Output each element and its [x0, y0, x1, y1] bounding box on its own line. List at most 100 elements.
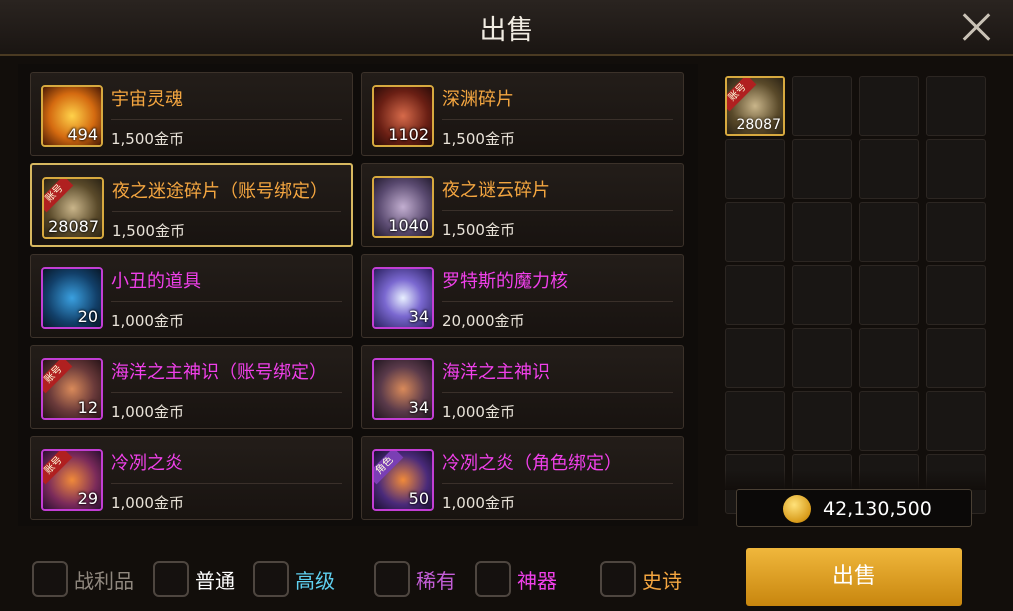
cold-flame-icon: 账号 29 [41, 449, 103, 511]
item-card[interactable]: 账号 28087 夜之迷途碎片（账号绑定） 1,500金币 [30, 163, 353, 247]
sell-slot[interactable] [926, 76, 986, 136]
divider [112, 211, 341, 212]
item-count: 29 [77, 489, 98, 508]
item-count: 494 [67, 125, 98, 144]
item-card[interactable]: 34 罗特斯的魔力核 20,000金币 [361, 254, 684, 338]
item-count: 34 [408, 307, 429, 326]
divider [111, 119, 342, 120]
sell-slot[interactable] [792, 202, 852, 262]
night-cloud-shard-icon: 1040 [372, 176, 434, 238]
item-card[interactable]: 角色 50 冷冽之炎（角色绑定） 1,000金币 [361, 436, 684, 520]
sell-slot[interactable] [926, 265, 986, 325]
divider [111, 301, 342, 302]
gold-coin-icon [783, 495, 811, 523]
checkbox-box[interactable] [253, 561, 289, 597]
divider [442, 210, 673, 211]
sell-slot-filled[interactable]: 账号 28087 [725, 76, 785, 136]
item-count: 20 [77, 307, 98, 326]
night-maze-shard-icon: 账号 28087 [42, 177, 104, 239]
item-price: 1,000金币 [111, 494, 184, 512]
clown-prop-icon: 20 [41, 267, 103, 329]
sell-slot[interactable] [725, 328, 785, 388]
item-price: 1,500金币 [111, 130, 184, 148]
filter-label: 高级 [295, 569, 335, 593]
item-price: 1,500金币 [112, 222, 185, 240]
item-name: 夜之迷途碎片（账号绑定） [112, 181, 328, 202]
checkbox-box[interactable] [374, 561, 410, 597]
item-name: 夜之谜云碎片 [442, 180, 550, 201]
checkbox-box[interactable] [153, 561, 189, 597]
close-icon[interactable] [961, 12, 991, 42]
item-card[interactable]: 494 宇宙灵魂 1,500金币 [30, 72, 353, 156]
window-title: 出售 [479, 15, 534, 46]
lotus-mana-core-icon: 34 [372, 267, 434, 329]
item-price: 1,000金币 [111, 312, 184, 330]
sell-slot[interactable] [725, 391, 785, 451]
sell-slot[interactable] [792, 76, 852, 136]
sell-slot[interactable] [725, 202, 785, 262]
divider [442, 483, 673, 484]
item-card[interactable]: 20 小丑的道具 1,000金币 [30, 254, 353, 338]
item-count: 12 [77, 398, 98, 417]
item-count: 50 [408, 489, 429, 508]
item-price: 1,500金币 [442, 130, 515, 148]
sell-slot[interactable] [859, 328, 919, 388]
sell-slot[interactable] [792, 265, 852, 325]
sell-slot[interactable] [926, 139, 986, 199]
item-count: 1102 [388, 125, 429, 144]
item-count: 1040 [388, 216, 429, 235]
gold-balance: 42,130,500 [736, 489, 972, 527]
gold-amount: 42,130,500 [823, 498, 932, 520]
slot-fade [720, 470, 1000, 490]
sell-slot[interactable] [792, 139, 852, 199]
cosmic-soul-icon: 494 [41, 85, 103, 147]
item-name: 深渊碎片 [442, 89, 514, 110]
sell-slot[interactable] [792, 328, 852, 388]
item-price: 1,000金币 [111, 403, 184, 421]
sell-slot[interactable] [926, 391, 986, 451]
sell-slot[interactable] [725, 265, 785, 325]
sell-slot[interactable] [859, 202, 919, 262]
item-card[interactable]: 账号 29 冷冽之炎 1,000金币 [30, 436, 353, 520]
item-name: 宇宙灵魂 [111, 89, 183, 110]
item-name: 罗特斯的魔力核 [442, 271, 568, 292]
divider [442, 301, 673, 302]
sell-slot[interactable] [859, 139, 919, 199]
sell-slot[interactable] [859, 76, 919, 136]
sell-slot[interactable] [725, 139, 785, 199]
checkbox-box[interactable] [32, 561, 68, 597]
item-card[interactable]: 1102 深渊碎片 1,500金币 [361, 72, 684, 156]
divider [111, 392, 342, 393]
title-bar: 出售 [0, 0, 1013, 56]
filter-label: 稀有 [416, 569, 456, 593]
sell-slot[interactable] [926, 202, 986, 262]
item-name: 海洋之主神识（账号绑定） [111, 362, 327, 383]
sell-slot[interactable] [926, 328, 986, 388]
filter-label: 普通 [195, 569, 235, 593]
divider [442, 392, 673, 393]
item-price: 1,000金币 [442, 494, 515, 512]
filter-label: 史诗 [642, 569, 682, 593]
item-card[interactable]: 账号 12 海洋之主神识（账号绑定） 1,000金币 [30, 345, 353, 429]
item-list[interactable]: 494 宇宙灵魂 1,500金币 1102 深渊碎片 1,500金币 账号 28… [18, 64, 698, 526]
item-name: 冷冽之炎 [111, 453, 183, 474]
slot-count: 28087 [736, 117, 781, 133]
item-price: 1,000金币 [442, 403, 515, 421]
sell-slot[interactable] [859, 265, 919, 325]
item-card[interactable]: 1040 夜之谜云碎片 1,500金币 [361, 163, 684, 247]
checkbox-box[interactable] [600, 561, 636, 597]
ocean-lord-sense-icon: 账号 12 [41, 358, 103, 420]
item-name: 海洋之主神识 [442, 362, 550, 383]
divider [442, 119, 673, 120]
item-price: 20,000金币 [442, 312, 525, 330]
item-price: 1,500金币 [442, 221, 515, 239]
sell-button[interactable]: 出售 [746, 548, 962, 606]
item-card[interactable]: 34 海洋之主神识 1,000金币 [361, 345, 684, 429]
item-name: 冷冽之炎（角色绑定） [442, 453, 622, 474]
sell-slot[interactable] [792, 391, 852, 451]
checkbox-box[interactable] [475, 561, 511, 597]
item-name: 小丑的道具 [111, 271, 201, 292]
sell-slot[interactable] [859, 391, 919, 451]
item-count: 28087 [48, 217, 99, 236]
divider [111, 483, 342, 484]
